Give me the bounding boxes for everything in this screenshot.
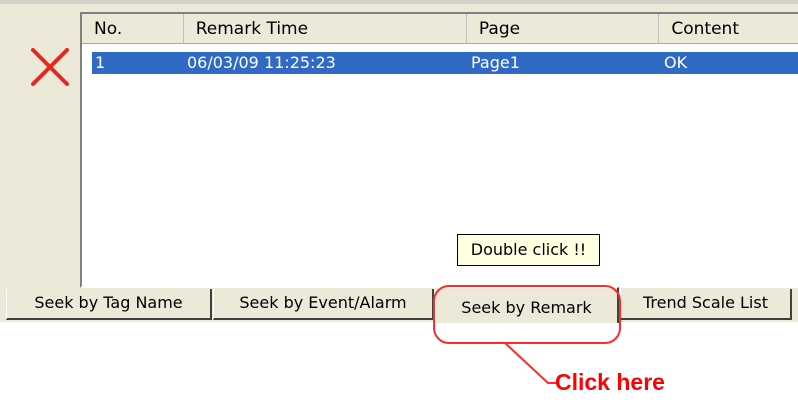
list-header: No. Remark Time Page Content <box>82 14 798 44</box>
column-header-page[interactable]: Page <box>466 14 660 44</box>
tab-seek-by-event-alarm[interactable]: Seek by Event/Alarm <box>213 289 434 320</box>
column-header-no[interactable]: No. <box>82 14 184 44</box>
click-here-annotation: Click here <box>555 369 665 395</box>
column-header-content[interactable]: Content <box>659 14 798 44</box>
remark-list-view[interactable]: No. Remark Time Page Content 1 06/03/09 … <box>80 12 798 288</box>
panel-top-edge <box>0 0 798 4</box>
tab-seek-by-remark[interactable]: Seek by Remark <box>435 287 619 323</box>
cell-no: 1 <box>95 53 106 72</box>
table-row[interactable]: 1 06/03/09 11:25:23 Page1 OK <box>92 52 798 74</box>
tab-seek-by-tag-name[interactable]: Seek by Tag Name <box>6 289 212 320</box>
cell-remark-time: 06/03/09 11:25:23 <box>187 53 336 72</box>
tooltip: Double click !! <box>457 234 600 266</box>
tab-trend-scale-list[interactable]: Trend Scale List <box>620 289 792 320</box>
cell-content: OK <box>664 53 688 72</box>
close-area <box>0 0 80 290</box>
column-header-remark-time[interactable]: Remark Time <box>183 14 467 44</box>
remark-panel: No. Remark Time Page Content 1 06/03/09 … <box>0 0 798 322</box>
tab-strip: Seek by Tag Name Seek by Event/Alarm See… <box>0 287 798 323</box>
cell-page: Page1 <box>471 53 520 72</box>
close-icon[interactable] <box>29 46 71 88</box>
